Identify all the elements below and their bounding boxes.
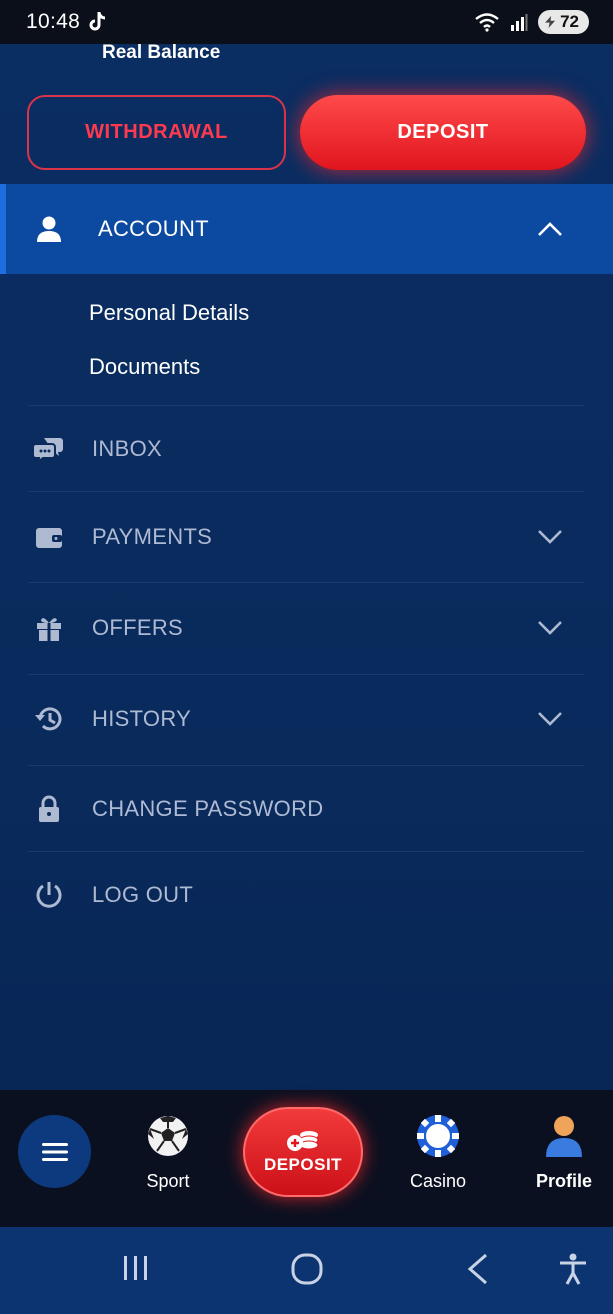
menu-item-account[interactable]: ACCOUNT [0,184,613,274]
hamburger-icon [41,1142,68,1161]
battery-indicator: 72 [538,10,589,34]
menu-label-inbox: INBOX [92,436,162,461]
history-icon [34,704,64,734]
nav-casino[interactable]: Casino [393,1114,483,1192]
menu-item-history[interactable]: HISTORY [0,676,613,762]
withdrawal-button-label: WITHDRAWAL [85,121,228,143]
chevron-down-icon [537,706,563,732]
nav-deposit-label: DEPOSIT [263,1155,343,1174]
wallet-icon [34,522,64,552]
menu-label-change-password: CHANGE PASSWORD [92,796,324,821]
menu-label-logout: LOG OUT [92,882,194,907]
wifi-icon [475,13,499,32]
status-bar: 10:48 72 [0,0,613,44]
home-icon[interactable] [291,1253,323,1285]
menu-label-offers: OFFERS [92,615,184,640]
lock-icon [34,794,64,824]
nav-sport[interactable]: Sport [123,1114,213,1192]
chevron-up-icon [537,216,563,242]
power-icon [34,880,64,910]
deposit-button[interactable]: DEPOSIT [300,95,586,170]
withdrawal-button[interactable]: WITHDRAWAL [27,95,286,170]
nav-deposit-button[interactable]: DEPOSIT [243,1107,363,1197]
menu-item-logout[interactable]: LOG OUT [0,852,613,938]
status-time: 10:48 [26,10,81,33]
bottom-nav: Sport DEPOSIT Casino Profile [0,1090,613,1227]
chevron-down-icon [537,615,563,641]
chevron-down-icon [537,524,563,550]
recent-apps-icon[interactable] [121,1253,151,1283]
divider [28,491,584,492]
menu-label-account: ACCOUNT [98,216,209,241]
divider [28,674,584,675]
deposit-button-label: DEPOSIT [397,121,489,143]
battery-level: 72 [560,12,579,31]
chat-icon [34,434,64,464]
nav-profile-label: Profile [535,1171,592,1191]
casino-chip-icon [417,1115,459,1157]
user-icon [34,214,64,244]
menu-label-payments: PAYMENTS [92,524,213,549]
soccer-ball-icon [148,1116,188,1156]
gift-icon [34,613,64,643]
coins-icon [287,1131,319,1151]
submenu-documents[interactable]: Documents [89,354,200,380]
signal-icon [511,14,528,31]
nav-sport-label: Sport [146,1171,190,1191]
real-balance-label: Real Balance [102,42,221,63]
back-icon[interactable] [466,1253,490,1285]
menu-button[interactable] [18,1115,91,1188]
menu-item-inbox[interactable]: INBOX [0,406,613,492]
submenu-personal-details[interactable]: Personal Details [89,300,249,326]
menu-item-change-password[interactable]: CHANGE PASSWORD [0,766,613,852]
menu-label-history: HISTORY [92,706,192,731]
nav-casino-label: Casino [409,1171,467,1191]
menu-item-offers[interactable]: OFFERS [0,585,613,671]
nav-profile[interactable]: Profile [519,1114,609,1192]
system-nav-bar [0,1227,613,1314]
menu-panel: Real Balance WITHDRAWAL DEPOSIT ACCOUNT … [0,42,613,1090]
tiktok-icon [89,12,106,31]
accessibility-icon[interactable] [558,1253,588,1285]
menu-item-payments[interactable]: PAYMENTS [0,494,613,580]
divider [28,582,584,583]
profile-avatar-icon [546,1116,582,1157]
